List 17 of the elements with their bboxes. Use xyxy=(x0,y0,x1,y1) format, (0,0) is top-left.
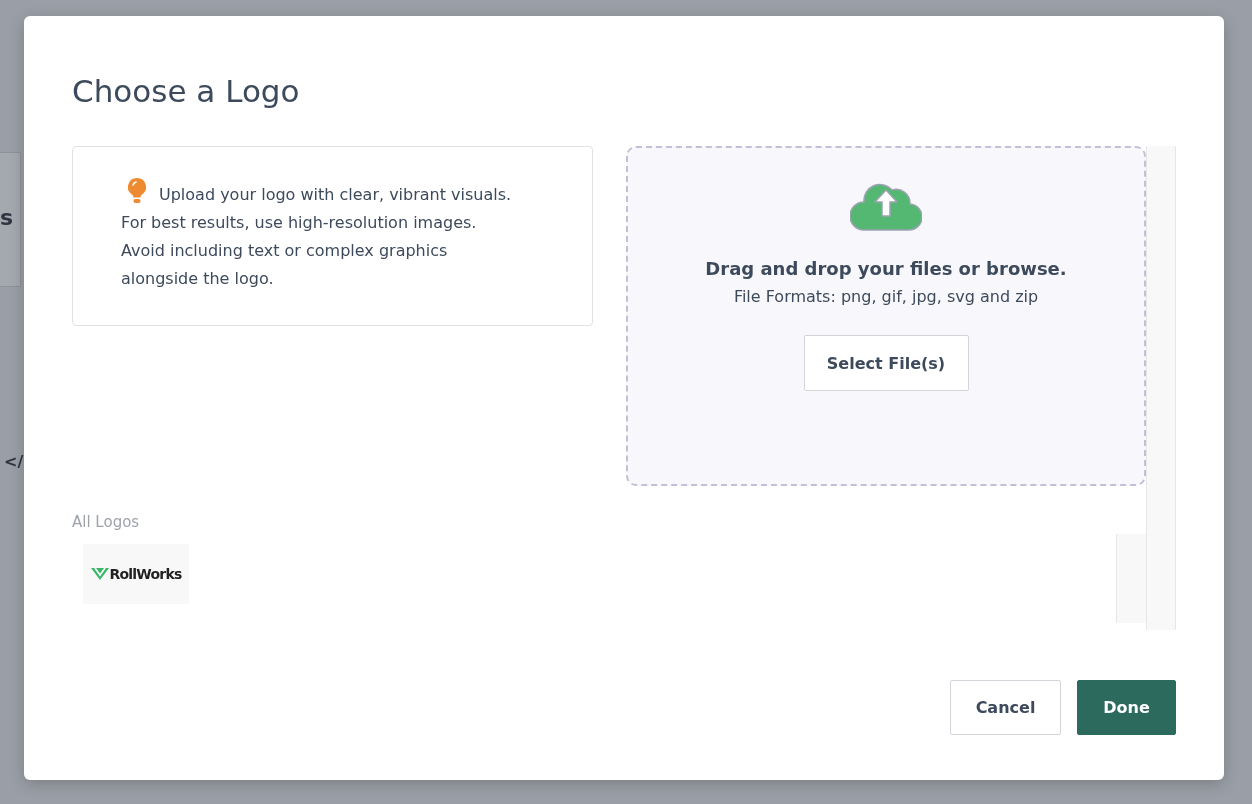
section-label: All Logos xyxy=(72,513,140,531)
cancel-button[interactable]: Cancel xyxy=(950,680,1061,735)
logo-tile[interactable]: RollWorks xyxy=(83,544,189,604)
tip-text: Upload your logo with clear, vibrant visuals. For best results, use high-resolution images. Avoid including text or complex graphics alongside the logo. xyxy=(121,177,522,293)
scrollbar-track[interactable] xyxy=(1116,534,1146,623)
done-button[interactable]: Done xyxy=(1077,680,1176,735)
select-files-button[interactable]: Select File(s) xyxy=(803,335,969,391)
dropzone-heading: Drag and drop your files or browse. xyxy=(705,258,1067,279)
chevron-mark-icon xyxy=(90,568,109,580)
background-text: s xyxy=(0,205,14,230)
logo-wordmark: RollWorks xyxy=(109,566,182,582)
lightbulb-icon xyxy=(127,177,147,205)
background-text: </ xyxy=(4,452,24,471)
scrollbar-track[interactable] xyxy=(1146,146,1176,630)
file-dropzone[interactable]: Drag and drop your files or browse. File Formats: png, gif, jpg, svg and zip Select File(s) xyxy=(626,146,1146,486)
file-formats-text: File Formats: png, gif, jpg, svg and zip xyxy=(733,287,1039,306)
dialog-title: Choose a Logo xyxy=(72,73,300,109)
